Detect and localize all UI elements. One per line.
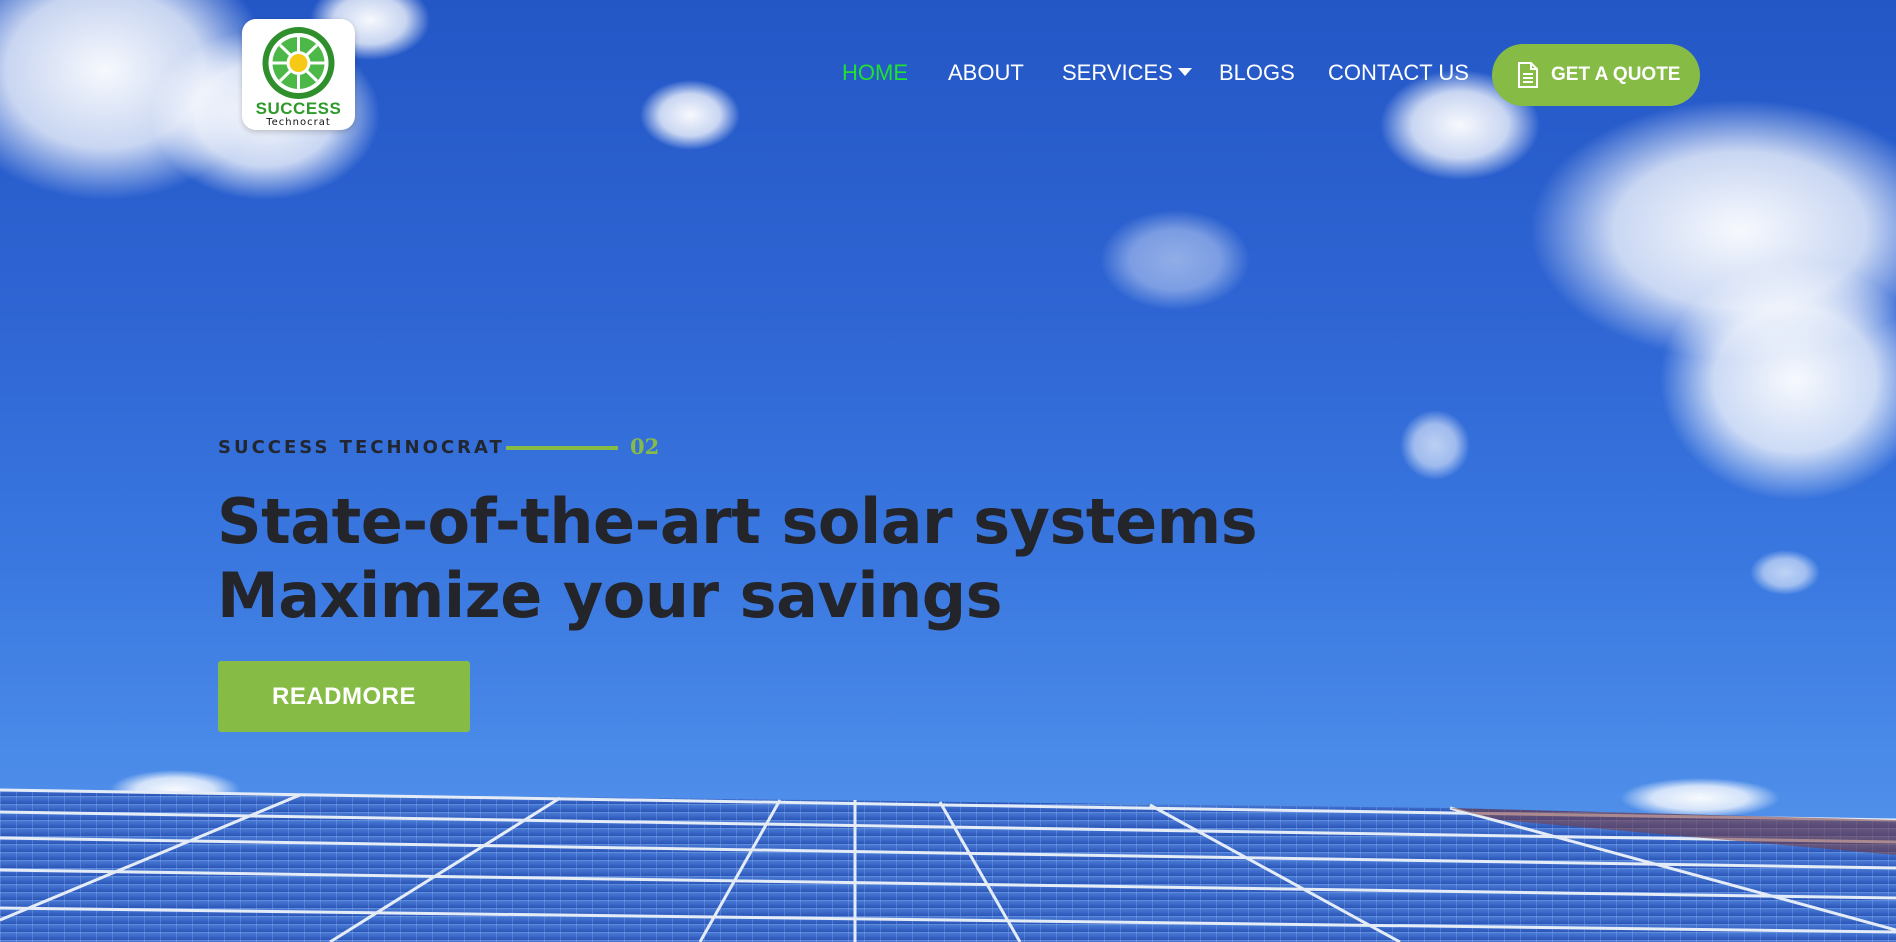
- nav-services-label: SERVICES: [1062, 60, 1173, 85]
- cloud-decoration: [0, 0, 270, 200]
- nav-home-link[interactable]: HOME: [842, 60, 908, 86]
- get-a-quote-button[interactable]: GET A QUOTE: [1492, 44, 1700, 106]
- nav-services-link[interactable]: SERVICES: [1062, 60, 1192, 86]
- logo-brand-text: SUCCESS: [255, 99, 342, 118]
- logo-subtitle-text: Technocrat: [266, 117, 331, 128]
- hero-headline: State-of-the-art solar systems Maximize …: [217, 485, 1258, 633]
- document-icon: [1518, 62, 1538, 88]
- readmore-button[interactable]: READMORE: [218, 661, 470, 732]
- get-a-quote-label: GET A QUOTE: [1551, 64, 1681, 85]
- hero-headline-line1: State-of-the-art solar systems: [217, 485, 1258, 558]
- cloud-decoration: [1660, 260, 1896, 500]
- cloud-decoration: [640, 80, 740, 150]
- slide-number: 02: [630, 434, 660, 459]
- nav-about-link[interactable]: ABOUT: [948, 60, 1024, 86]
- nav-blogs-link[interactable]: BLOGS: [1219, 60, 1295, 86]
- solar-panels-image: [0, 788, 1896, 942]
- hero-headline-line2: Maximize your savings: [217, 559, 1003, 632]
- hero-eyebrow: SUCCESS TECHNOCRAT: [218, 437, 505, 458]
- cloud-decoration: [1750, 550, 1820, 595]
- eyebrow-divider: [506, 446, 618, 450]
- cloud-decoration: [1100, 210, 1250, 310]
- cloud-decoration: [1400, 410, 1470, 480]
- nav-contact-link[interactable]: CONTACT US: [1328, 60, 1469, 86]
- caret-down-icon: [1177, 68, 1192, 77]
- sun-emblem-icon: [262, 27, 335, 99]
- site-logo[interactable]: SUCCESS Technocrat: [242, 19, 355, 130]
- cloud-decoration: [1530, 100, 1896, 360]
- hero-banner: SUCCESS Technocrat HOME ABOUT SERVICES B…: [0, 0, 1896, 942]
